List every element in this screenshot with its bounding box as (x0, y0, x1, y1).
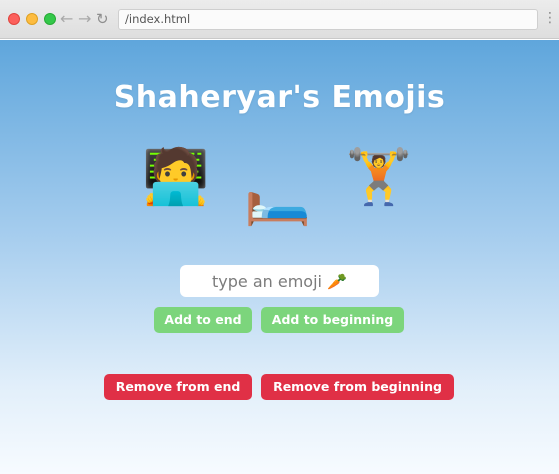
browser-menu-icon[interactable]: ⋮ (543, 11, 557, 25)
page-content: Shaheryar's Emojis 🧑‍💻 🛏️ 🏋️ Add to end … (0, 40, 559, 474)
browser-toolbar: ← → ↻ /index.html ⋮ (0, 0, 559, 39)
remove-from-beginning-button[interactable]: Remove from beginning (261, 374, 454, 400)
technologist-emoji-icon: 🧑‍💻 (142, 145, 210, 208)
bed-emoji-icon: 🛏️ (244, 165, 312, 228)
emoji-input[interactable] (180, 265, 379, 297)
address-bar[interactable]: /index.html (118, 9, 538, 30)
maximize-window-button[interactable] (44, 13, 56, 25)
page-title: Shaheryar's Emojis (113, 80, 446, 115)
minimize-window-button[interactable] (26, 13, 38, 25)
reload-icon[interactable]: ↻ (96, 9, 109, 29)
weightlifter-emoji-icon: 🏋️ (345, 145, 413, 208)
close-window-button[interactable] (8, 13, 20, 25)
back-arrow-icon[interactable]: ← (60, 9, 73, 29)
remove-from-end-button[interactable]: Remove from end (104, 374, 252, 400)
add-to-end-button[interactable]: Add to end (154, 307, 252, 333)
forward-arrow-icon[interactable]: → (78, 9, 91, 29)
add-to-beginning-button[interactable]: Add to beginning (261, 307, 404, 333)
